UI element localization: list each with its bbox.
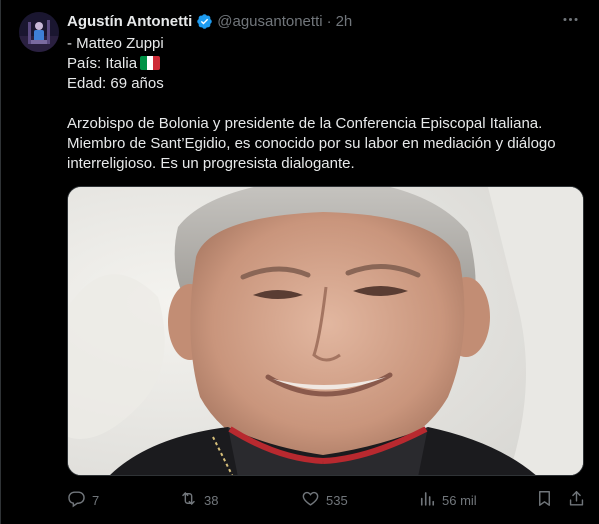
- like-count: 535: [326, 492, 348, 508]
- text-line-paragraph-2: Miembro de Sant’Egidio, es conocido por …: [67, 135, 556, 152]
- views-count: 56 mil: [442, 492, 477, 508]
- views-button[interactable]: 56 mil: [417, 489, 477, 511]
- tweet-actions: 7 38 535 56 mil: [67, 489, 587, 511]
- verified-badge-icon: [196, 13, 213, 30]
- text-line-age: Edad: 69 años: [67, 75, 164, 92]
- tweet-photo[interactable]: [67, 186, 584, 476]
- timestamp[interactable]: 2h: [336, 13, 353, 30]
- tweet-card[interactable]: Agustín Antonetti @agusantonetti · 2h - …: [0, 0, 599, 524]
- text-line-country: País: Italia: [67, 54, 567, 74]
- avatar[interactable]: [19, 12, 59, 52]
- share-icon: [567, 489, 586, 511]
- retweet-button[interactable]: 38: [179, 489, 218, 511]
- handle[interactable]: @agusantonetti: [217, 13, 322, 30]
- like-button[interactable]: 535: [301, 489, 348, 511]
- share-button[interactable]: [567, 489, 586, 511]
- text-line-paragraph-3: interreligioso. Es un progresista dialog…: [67, 155, 355, 172]
- more-icon[interactable]: [559, 8, 581, 30]
- reply-count: 7: [92, 492, 100, 508]
- text-line-name: - Matteo Zuppi: [67, 35, 164, 52]
- bookmark-icon: [535, 489, 554, 511]
- reply-button[interactable]: 7: [67, 489, 99, 511]
- views-icon: [417, 489, 436, 511]
- avatar-image: [19, 12, 59, 52]
- bookmark-button[interactable]: [535, 489, 554, 511]
- italy-flag-icon: [140, 56, 161, 70]
- text-line-paragraph-1: Arzobispo de Bolonia y presidente de la …: [67, 115, 543, 132]
- tweet-header: Agustín Antonetti @agusantonetti · 2h: [67, 11, 352, 31]
- like-icon: [301, 489, 320, 511]
- display-name[interactable]: Agustín Antonetti: [67, 13, 192, 30]
- retweet-icon: [179, 489, 198, 511]
- tweet-text: - Matteo Zuppi País: Italia Edad: 69 año…: [67, 34, 567, 174]
- retweet-count: 38: [204, 492, 219, 508]
- separator-dot: ·: [326, 12, 332, 30]
- portrait-image: [68, 187, 583, 475]
- country-label: País: Italia: [67, 55, 138, 72]
- reply-icon: [67, 489, 86, 511]
